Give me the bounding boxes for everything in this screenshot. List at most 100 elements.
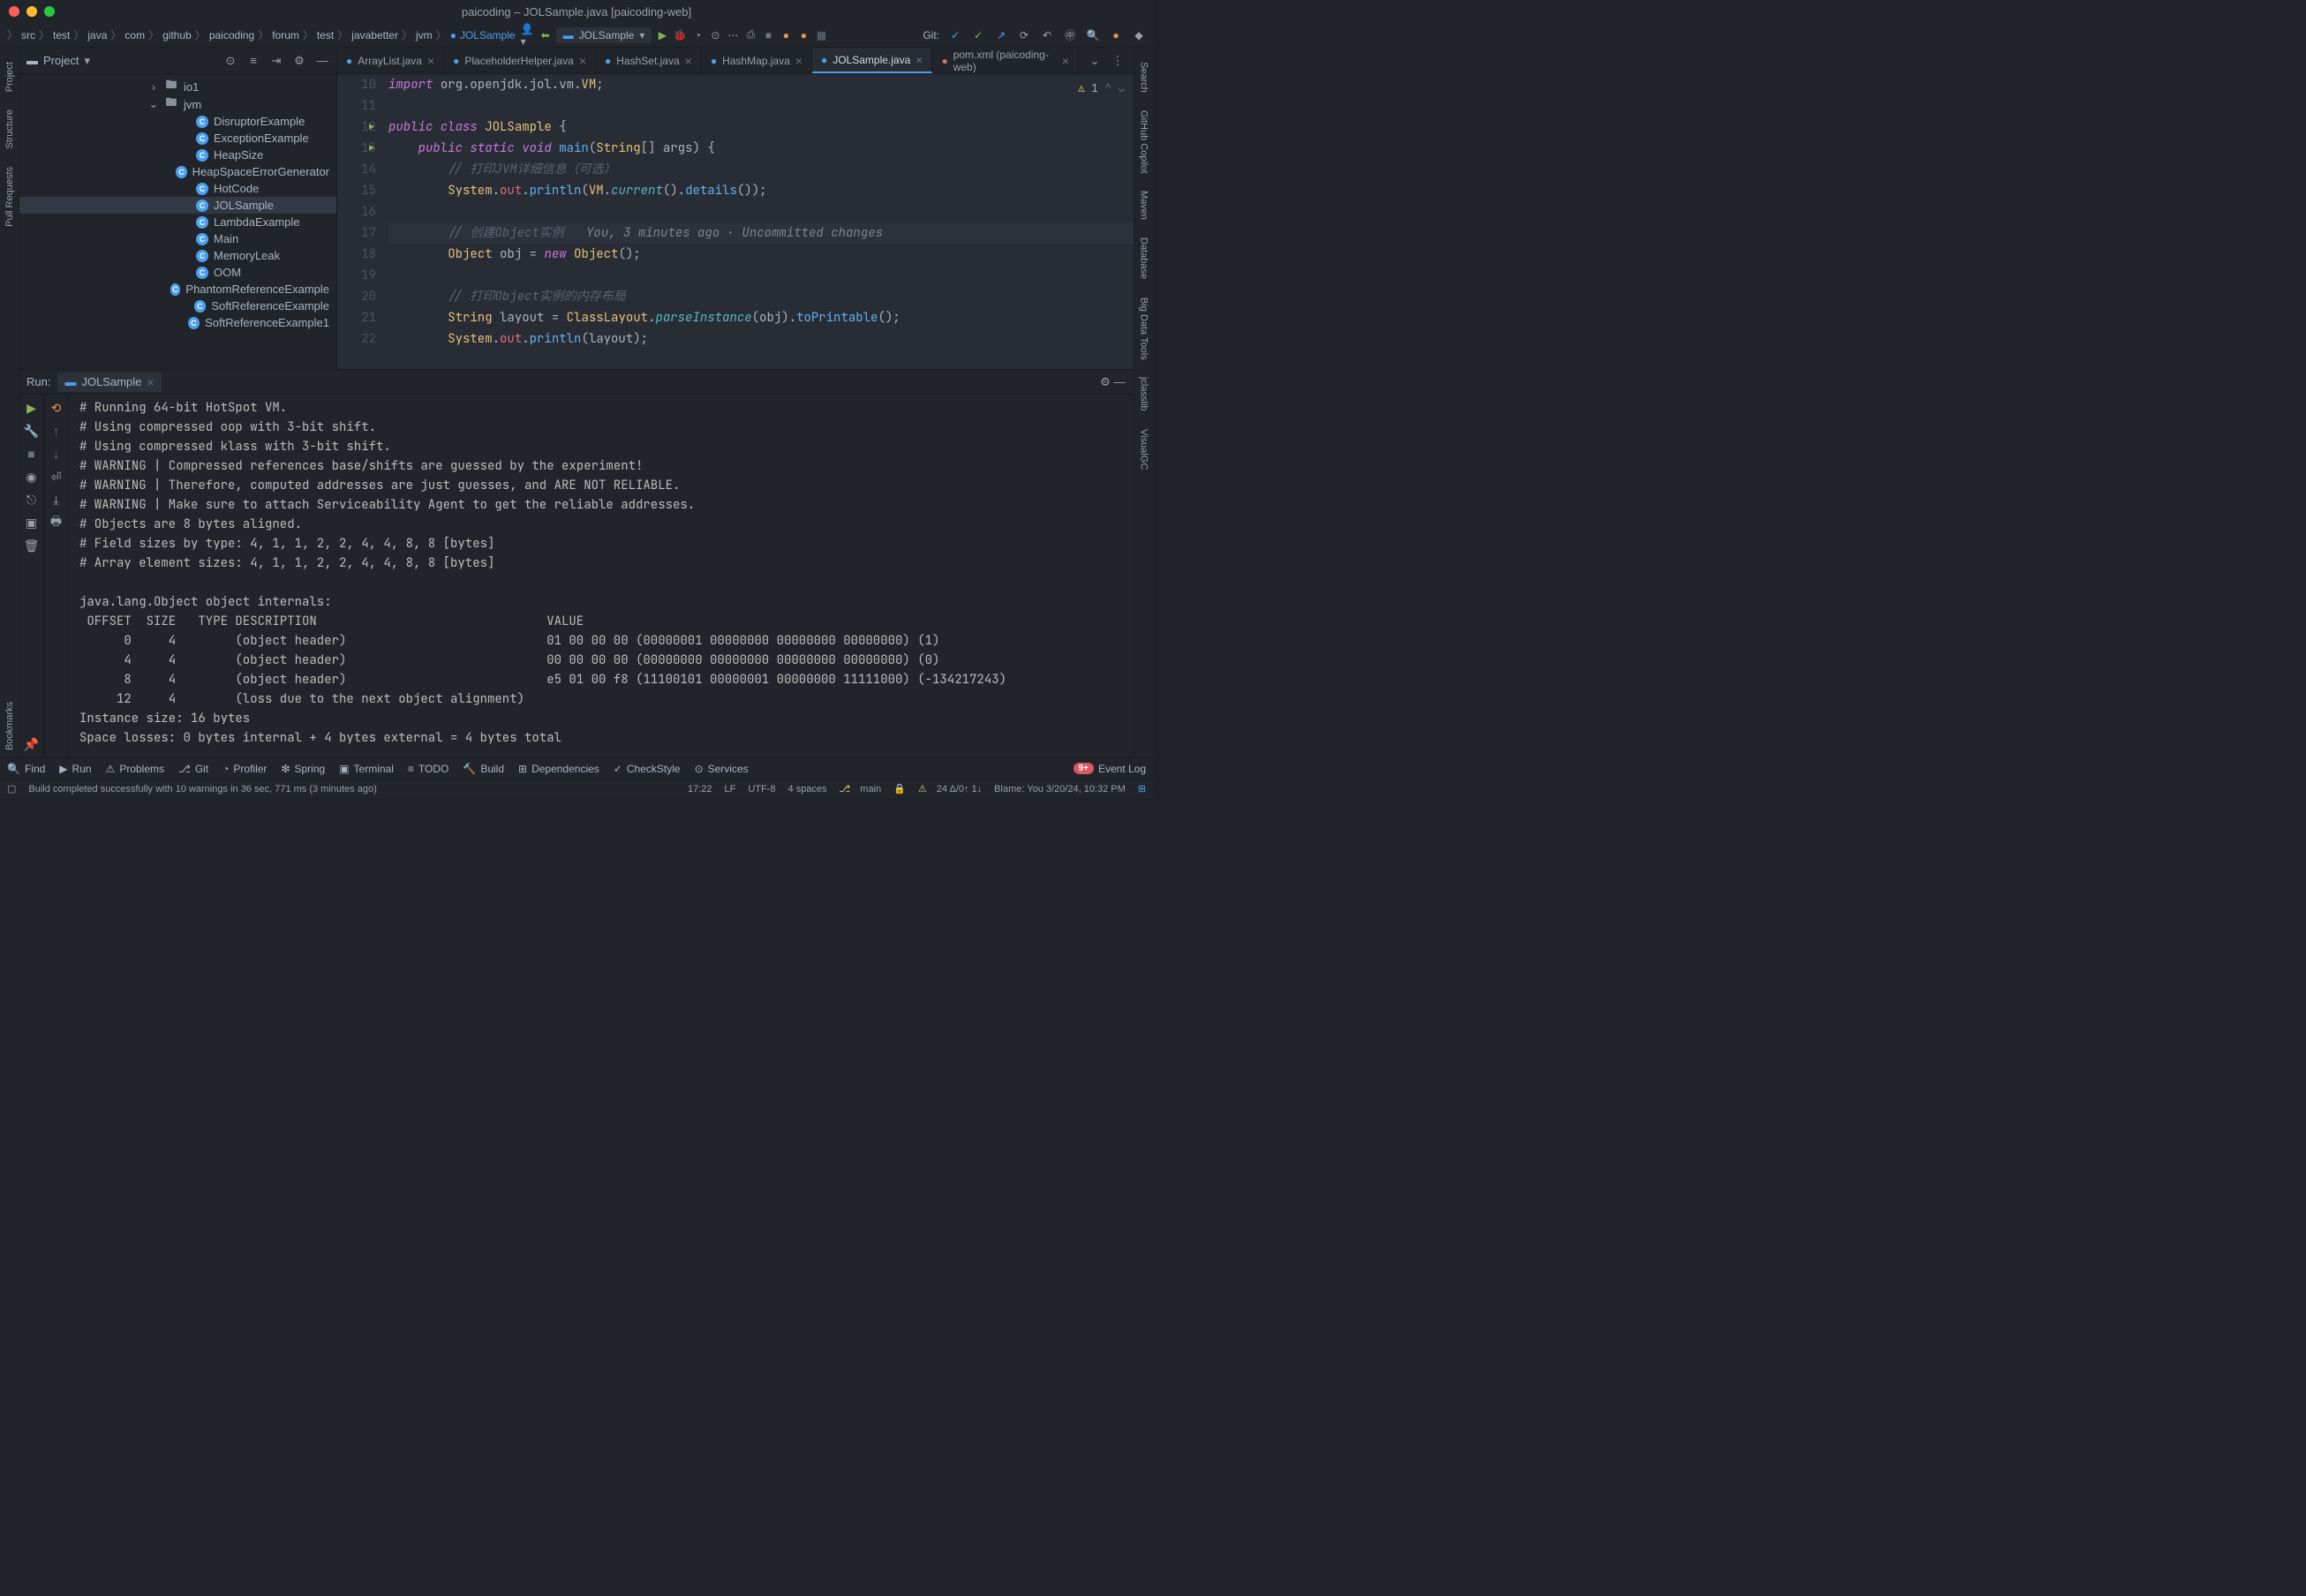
git-history-icon[interactable]: ⟳ <box>1017 28 1031 42</box>
tabs-dropdown-icon[interactable]: ⌄ <box>1088 54 1102 68</box>
layout-icon[interactable]: ▣ <box>24 515 40 531</box>
tool-window-jclasslib[interactable]: jclasslib <box>1139 370 1149 418</box>
translate-icon[interactable]: ㊥ <box>1063 28 1077 42</box>
exit-icon[interactable]: ⎋ <box>24 492 40 508</box>
close-icon[interactable]: × <box>427 54 434 68</box>
bottom-tool-git[interactable]: ⎇Git <box>178 763 208 775</box>
run-icon[interactable]: ▶ <box>655 28 669 42</box>
editor-tab[interactable]: ●ArrayList.java× <box>337 48 444 73</box>
tool-window-search[interactable]: Search <box>1139 55 1149 100</box>
close-icon[interactable]: × <box>1062 54 1069 68</box>
tree-item[interactable]: CHotCode <box>19 180 336 197</box>
user-dropdown-icon[interactable]: 👤▾ <box>521 28 535 42</box>
close-icon[interactable]: × <box>795 54 803 68</box>
tool-window-pull-requests[interactable]: Pull Requests <box>4 160 15 234</box>
bottom-tool-find[interactable]: 🔍Find <box>7 763 45 775</box>
hide-icon[interactable]: — <box>315 54 329 68</box>
attach-icon[interactable]: ⎙ <box>743 28 757 42</box>
more-run-icon[interactable]: ⋯ <box>726 28 740 42</box>
debug-icon[interactable]: 🐞 <box>673 28 687 42</box>
scroll-end-icon[interactable]: ⤓ <box>49 492 64 508</box>
breadcrumb-item[interactable]: forum <box>270 29 301 41</box>
tool-window-visualgc[interactable]: VisualGC <box>1139 422 1149 477</box>
tool-window-database[interactable]: Database <box>1139 230 1149 286</box>
close-icon[interactable]: × <box>916 53 923 67</box>
breadcrumb-item[interactable]: javabetter <box>350 29 400 41</box>
encoding[interactable]: UTF-8 <box>748 784 775 794</box>
project-panel-title[interactable]: ▬ Project ▾ <box>26 54 216 68</box>
breadcrumb-item[interactable]: github <box>161 29 193 41</box>
git-commit-icon[interactable]: ✓ <box>971 28 985 42</box>
delete-icon[interactable]: 🗑 <box>24 538 40 553</box>
breadcrumb-item[interactable]: com <box>123 29 147 41</box>
pin-icon[interactable]: 📌 <box>24 736 40 752</box>
tool-icon-2[interactable]: ● <box>796 28 810 42</box>
window-maximize[interactable] <box>44 6 55 17</box>
bottom-tool-todo[interactable]: ≡TODO <box>408 763 448 775</box>
breadcrumb-item[interactable]: test <box>315 29 335 41</box>
close-icon[interactable]: × <box>147 375 154 389</box>
copilot-icon[interactable]: ● <box>1109 28 1123 42</box>
bottom-tool-problems[interactable]: ⚠Problems <box>106 763 164 775</box>
tree-item[interactable]: CMain <box>19 230 336 247</box>
settings-icon[interactable]: ⚙ <box>292 54 306 68</box>
coverage-icon[interactable]: ◔ <box>690 28 705 42</box>
down-icon[interactable]: ↓ <box>49 446 64 462</box>
run-gutter-icon[interactable]: ▶ <box>369 117 374 138</box>
bottom-tool-spring[interactable]: ❇Spring <box>281 763 325 775</box>
run-gutter-icon[interactable]: ▶ <box>369 138 374 159</box>
run-settings-icon[interactable]: ⚙ <box>1098 375 1112 389</box>
close-icon[interactable]: × <box>685 54 692 68</box>
tree-item[interactable]: CDisruptorExample <box>19 113 336 130</box>
caret-position[interactable]: 17:22 <box>688 784 712 794</box>
window-minimize[interactable] <box>26 6 37 17</box>
tool-window-big-data-tools[interactable]: Big Data Tools <box>1139 290 1149 367</box>
collapse-all-icon[interactable]: ⇥ <box>269 54 283 68</box>
console-output[interactable]: # Running 64-bit HotSpot VM. # Using com… <box>69 395 1134 757</box>
git-rollback-icon[interactable]: ↶ <box>1040 28 1054 42</box>
stop-icon[interactable]: ■ <box>24 446 40 462</box>
run-config-selector[interactable]: ▬ JOLSample ▾ <box>556 27 652 43</box>
rerun-icon[interactable]: ▶ <box>24 400 40 416</box>
indent[interactable]: 4 spaces <box>788 784 827 794</box>
lock-icon[interactable]: 🔒 <box>893 783 906 794</box>
run-tab[interactable]: ▬ JOLSample × <box>57 373 161 392</box>
tool-icon-3[interactable]: ▦ <box>814 28 828 42</box>
soft-wrap-icon[interactable]: ⏎ <box>49 469 64 485</box>
run-hide-icon[interactable]: — <box>1112 375 1127 389</box>
code-editor[interactable]: ⚠ 1 ^ ⌄ 101112▶13▶141516171819202122 imp… <box>337 74 1134 369</box>
tool-window-project[interactable]: Project <box>4 55 15 99</box>
breadcrumb-item[interactable]: paicoding <box>207 29 256 41</box>
bottom-tool-build[interactable]: 🔨Build <box>463 763 504 775</box>
stop-icon[interactable]: ■ <box>761 28 775 42</box>
blame[interactable]: Blame: You 3/20/24, 10:32 PM <box>994 784 1126 794</box>
tool-window-bookmarks[interactable]: Bookmarks <box>4 695 15 757</box>
jetbrains-icon[interactable]: ◆ <box>1132 28 1146 42</box>
editor-tab[interactable]: ●HashSet.java× <box>596 48 702 73</box>
bottom-tool-services[interactable]: ⊙Services <box>695 763 749 775</box>
tree-item[interactable]: ⌄🖿jvm <box>19 95 336 113</box>
git-update-icon[interactable]: ✓ <box>948 28 962 42</box>
line-separator[interactable]: LF <box>725 784 736 794</box>
tool-window-structure[interactable]: Structure <box>4 102 15 156</box>
tool-window-github-copilot[interactable]: GitHub Copilot <box>1139 103 1149 181</box>
tree-item[interactable]: CHeapSpaceErrorGenerator <box>19 163 336 180</box>
tree-item[interactable]: CSoftReferenceExample1 <box>19 314 336 331</box>
breadcrumb-item[interactable]: src <box>19 29 37 41</box>
bottom-tool-checkstyle[interactable]: ✓CheckStyle <box>614 763 681 775</box>
tree-item[interactable]: CLambdaExample <box>19 214 336 230</box>
project-tree[interactable]: ›🖿io1⌄🖿jvmCDisruptorExampleCExceptionExa… <box>19 74 336 369</box>
hammer-icon[interactable]: ⬅ <box>539 28 553 42</box>
windows-icon[interactable]: ⊞ <box>1138 783 1146 794</box>
profile-icon[interactable]: ⊙ <box>708 28 722 42</box>
editor-tab[interactable]: ●pom.xml (paicoding-web)× <box>932 48 1079 73</box>
close-icon[interactable]: × <box>579 54 586 68</box>
tree-item[interactable]: CPhantomReferenceExample <box>19 281 336 297</box>
diff-status[interactable]: ⚠ 24 Δ/0↑ 1↓ <box>918 783 982 794</box>
tree-item[interactable]: CHeapSize <box>19 147 336 163</box>
breadcrumb-item[interactable]: test <box>51 29 72 41</box>
inspection-widget[interactable]: ⚠ 1 ^ ⌄ <box>1078 78 1125 99</box>
tabs-more-icon[interactable]: ⋮ <box>1111 54 1125 68</box>
bottom-tool-terminal[interactable]: ▣Terminal <box>339 763 394 775</box>
camera-icon[interactable]: ◉ <box>24 469 40 485</box>
